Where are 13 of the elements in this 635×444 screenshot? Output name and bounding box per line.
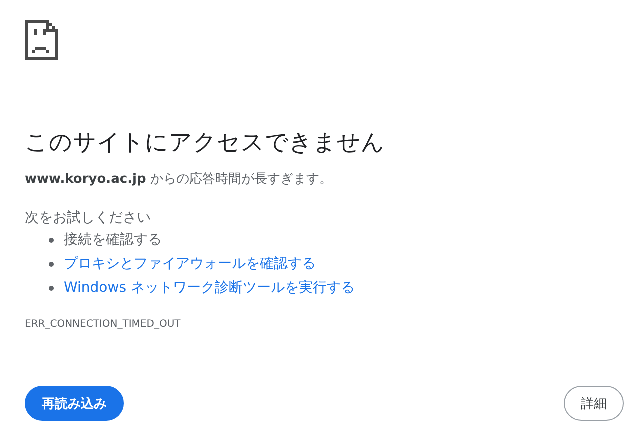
reload-button[interactable]: 再読み込み [25,386,124,421]
bullet-icon [49,238,54,242]
details-button[interactable]: 詳細 [564,386,624,421]
error-message: www.koryo.ac.jp からの応答時間が長すぎます。 [25,171,334,189]
sad-page-icon [25,20,58,60]
bullet-icon [49,286,54,290]
suggestions-heading: 次をお試しください [25,209,152,228]
error-code: ERR_CONNECTION_TIMED_OUT [25,318,182,332]
suggestion-text: 接続を確認する [64,231,162,249]
suggestion-link[interactable]: Windows ネットワーク診断ツールを実行する [64,279,355,297]
bullet-icon [49,262,54,266]
error-title: このサイトにアクセスできません [25,129,386,158]
suggestion-link[interactable]: プロキシとファイアウォールを確認する [64,255,316,273]
